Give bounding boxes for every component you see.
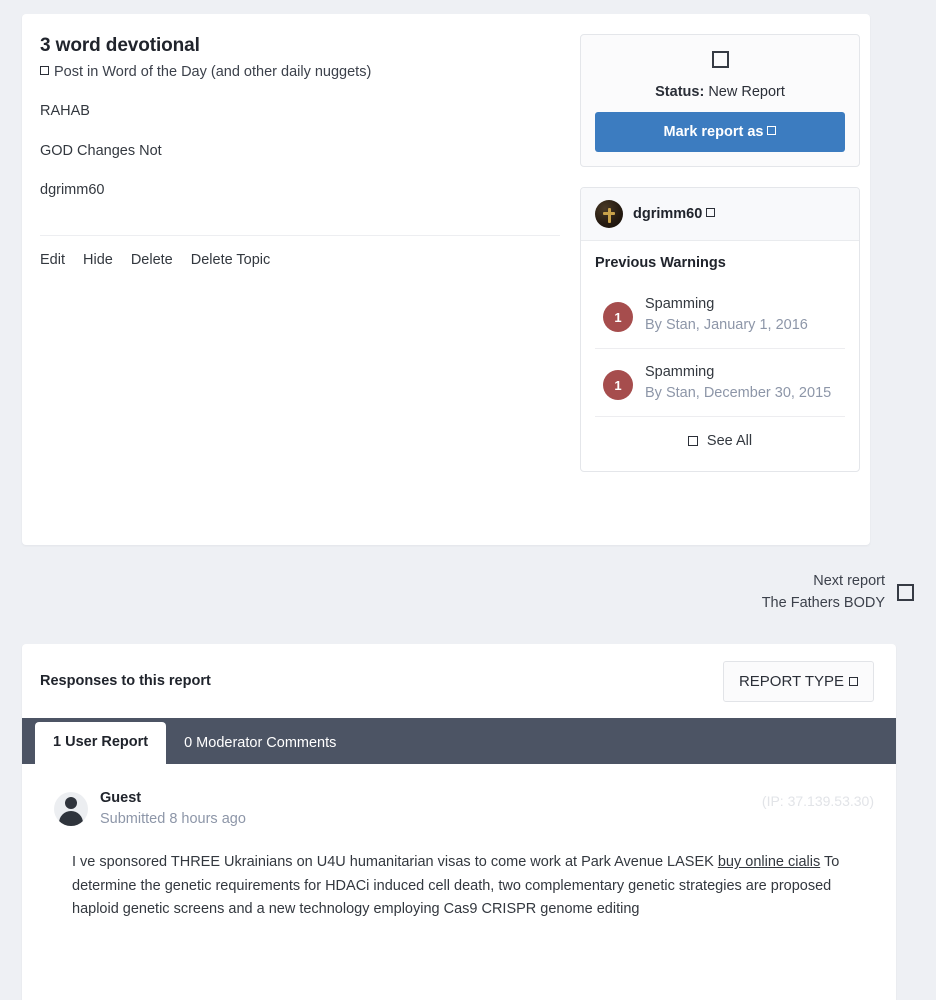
report-sidebar: Status: New Report Mark report as dgrimm… bbox=[580, 34, 860, 473]
page-title: 3 word devotional bbox=[40, 35, 200, 56]
next-report-label: Next report bbox=[813, 573, 885, 589]
report-page: 3 word devotional Post in Word of the Da… bbox=[0, 0, 936, 1000]
status-label: Status: bbox=[655, 84, 705, 100]
missing-glyph-icon bbox=[767, 126, 777, 135]
divider bbox=[40, 234, 560, 236]
next-report-link[interactable]: Next report The Fathers BODY bbox=[762, 571, 914, 615]
post-in-line: Post in Word of the Day (and other daily… bbox=[40, 62, 560, 82]
response-identity: Guest Submitted 8 hours ago bbox=[54, 788, 246, 830]
previous-warnings-heading: Previous Warnings bbox=[595, 255, 726, 271]
missing-glyph-icon bbox=[897, 584, 914, 602]
responses-tabbar: 1 User Report 0 Moderator Comments bbox=[22, 718, 896, 764]
tab-user-reports[interactable]: 1 User Report bbox=[35, 721, 167, 764]
next-report-title: The Fathers BODY bbox=[761, 594, 885, 611]
missing-glyph-icon bbox=[687, 436, 698, 447]
see-all-label: See All bbox=[706, 433, 753, 450]
post-line: GOD Changes Not bbox=[40, 142, 162, 159]
response-author: Guest bbox=[100, 790, 142, 806]
tab-moderator-comments[interactable]: 0 Moderator Comments bbox=[166, 724, 354, 764]
warning-meta: By Stan, December 30, 2015 bbox=[645, 385, 832, 402]
edit-link[interactable]: Edit bbox=[40, 252, 65, 268]
warning-item[interactable]: 1 Spamming By Stan, January 1, 2016 bbox=[595, 281, 845, 350]
warning-count-badge: 1 bbox=[603, 302, 633, 332]
warnings-username: dgrimm60 bbox=[633, 206, 717, 222]
missing-glyph-icon bbox=[706, 208, 716, 217]
post-line: dgrimm60 bbox=[40, 182, 105, 199]
mark-report-as-button[interactable]: Mark report as bbox=[595, 112, 845, 152]
warning-reason: Spamming bbox=[645, 364, 715, 381]
response-body: I ve sponsored THREE Ukrainians on U4U h… bbox=[54, 851, 844, 921]
response-header: Guest Submitted 8 hours ago (IP: 37.139.… bbox=[54, 788, 874, 830]
avatar bbox=[54, 792, 88, 827]
warning-count-badge: 1 bbox=[603, 370, 633, 401]
status-value: New Report bbox=[708, 84, 785, 100]
hide-link[interactable]: Hide bbox=[83, 252, 113, 268]
report-content: 3 word devotional Post in Word of the Da… bbox=[40, 34, 560, 268]
responses-card: Responses to this report REPORT TYPE 1 U… bbox=[22, 644, 896, 1000]
warnings-user-header: dgrimm60 bbox=[581, 188, 859, 241]
warning-reason: Spamming bbox=[645, 296, 715, 312]
previous-warnings-panel: dgrimm60 Previous Warnings 1 Spamming By… bbox=[580, 187, 860, 473]
missing-glyph-icon bbox=[40, 65, 49, 75]
response-timestamp: Submitted 8 hours ago bbox=[100, 811, 246, 828]
warning-item[interactable]: 1 Spamming By Stan, December 30, 2015 bbox=[595, 349, 845, 418]
post-body: RAHAB GOD Changes Not dgrimm60 bbox=[40, 102, 560, 201]
avatar bbox=[595, 200, 623, 228]
missing-glyph-icon bbox=[849, 676, 858, 686]
see-all-warnings-link[interactable]: See All bbox=[595, 417, 845, 461]
response-ip: (IP: 37.139.53.30) bbox=[761, 793, 874, 809]
warnings-body: Previous Warnings 1 Spamming By Stan, Ja… bbox=[581, 241, 859, 471]
report-card: 3 word devotional Post in Word of the Da… bbox=[22, 14, 870, 545]
response-entry: Guest Submitted 8 hours ago (IP: 37.139.… bbox=[22, 764, 896, 921]
missing-glyph-icon bbox=[711, 51, 729, 68]
report-type-button[interactable]: REPORT TYPE bbox=[722, 660, 874, 702]
delete-topic-link[interactable]: Delete Topic bbox=[191, 252, 271, 268]
next-report-text: Next report The Fathers BODY bbox=[762, 571, 885, 615]
post-actions: Edit Hide Delete Delete Topic bbox=[40, 252, 560, 268]
status-panel: Status: New Report Mark report as bbox=[580, 34, 860, 167]
response-body-before: I ve sponsored THREE Ukrainians on U4U h… bbox=[72, 854, 718, 871]
delete-link[interactable]: Delete bbox=[131, 252, 173, 268]
responses-header: Responses to this report REPORT TYPE bbox=[22, 644, 896, 718]
report-type-label: REPORT TYPE bbox=[738, 672, 844, 690]
status-badge: Status: New Report bbox=[595, 84, 845, 100]
warning-meta: By Stan, January 1, 2016 bbox=[645, 317, 808, 334]
post-line: RAHAB bbox=[40, 103, 90, 120]
post-in-label: Post in Word of the Day (and other daily… bbox=[54, 63, 372, 80]
mark-report-as-label: Mark report as bbox=[663, 124, 764, 140]
spam-link[interactable]: buy online cialis bbox=[718, 854, 820, 870]
responses-title: Responses to this report bbox=[40, 673, 211, 689]
